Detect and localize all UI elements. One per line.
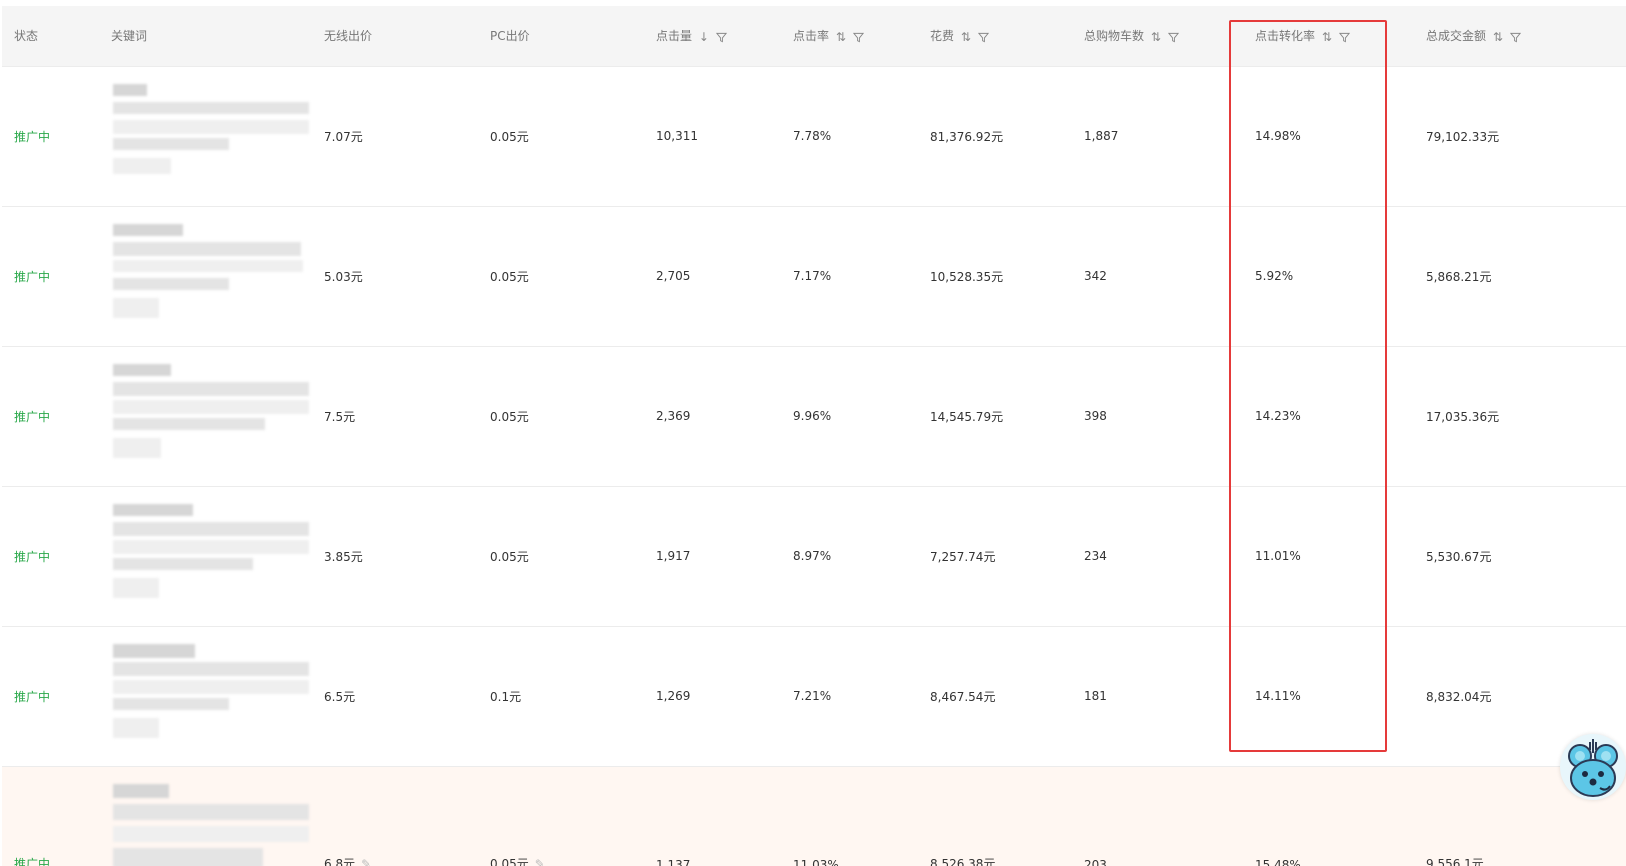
report-page: 状态 关键词 无线出价 PC出价 点击量 ↓ 点击率 ⇅ 花费 ⇅ 总购物车数 …: [0, 0, 1626, 866]
cart-cell: 203: [1084, 858, 1107, 866]
filter-icon[interactable]: [1509, 30, 1521, 44]
filter-icon[interactable]: [977, 30, 989, 44]
keyword-cell[interactable]: [99, 766, 312, 866]
blurred-keyword: [111, 640, 316, 752]
keyword-report-table: 状态 关键词 无线出价 PC出价 点击量 ↓ 点击率 ⇅ 花费 ⇅ 总购物车数 …: [2, 6, 1626, 866]
ctr-cell: 7.21%: [793, 689, 832, 703]
table-row[interactable]: 推广中 6.8元 ✎ 0.05元 ✎ 1,137 11.03% 8,526.38…: [2, 766, 1626, 866]
header-mobile-bid: 无线出价: [324, 29, 373, 44]
cart-cell: 1,887: [1084, 129, 1119, 143]
cost-cell: 8,526.38元: [930, 857, 996, 866]
ctr-cell: 7.78%: [793, 129, 832, 143]
blurred-keyword: [111, 80, 316, 192]
table-row[interactable]: 推广中 6.5元 0.1元 1,269 7.21% 8,467.54元 181: [2, 626, 1626, 766]
pencil-icon[interactable]: ✎: [361, 857, 371, 866]
sort-icon[interactable]: ⇅: [1151, 30, 1161, 44]
table-row[interactable]: 推广中 3.85元 0.05元 1,917 8.97% 7,257.74元 23…: [2, 486, 1626, 626]
status-cell: 推广中: [14, 409, 51, 424]
pc-bid-cell[interactable]: 0.05元 ✎: [478, 766, 644, 866]
status-cell: 推广中: [14, 549, 51, 564]
table-header-row: 状态 关键词 无线出价 PC出价 点击量 ↓ 点击率 ⇅ 花费 ⇅ 总购物车数 …: [2, 6, 1626, 66]
header-pc-bid: PC出价: [490, 29, 530, 44]
cart-cell: 234: [1084, 549, 1107, 563]
cart-cell: 181: [1084, 689, 1107, 703]
cvr-cell: 5.92%: [1255, 269, 1294, 283]
cart-cell: 398: [1084, 409, 1107, 423]
header-gmv[interactable]: 总成交金额 ⇅: [1414, 6, 1626, 66]
table-row[interactable]: 推广中 7.07元 0.05元 10,311 7.78% 81,376.92元 …: [2, 66, 1626, 206]
gmv-cell: 17,035.36元: [1426, 409, 1500, 424]
header-cost[interactable]: 花费 ⇅: [918, 6, 1072, 66]
mobile-bid-cell[interactable]: 5.03元: [312, 206, 478, 346]
ctr-cell: 8.97%: [793, 549, 832, 563]
cost-cell: 14,545.79元: [930, 409, 1004, 424]
mobile-bid-cell[interactable]: 7.07元: [312, 66, 478, 206]
pc-bid-cell[interactable]: 0.05元: [478, 486, 644, 626]
cvr-cell: 15.48%: [1255, 858, 1301, 866]
status-cell: 推广中: [14, 269, 51, 284]
pc-bid-cell[interactable]: 0.05元: [478, 66, 644, 206]
pc-bid-cell[interactable]: 0.05元: [478, 206, 644, 346]
pc-bid-cell[interactable]: 0.05元: [478, 346, 644, 486]
mobile-bid-cell[interactable]: 3.85元: [312, 486, 478, 626]
keyword-cell[interactable]: [99, 66, 312, 206]
blurred-keyword: [111, 776, 316, 866]
pencil-icon[interactable]: ✎: [535, 857, 545, 866]
sort-desc-icon[interactable]: ↓: [699, 30, 709, 44]
ctr-cell: 11.03%: [793, 858, 839, 866]
cost-cell: 81,376.92元: [930, 129, 1004, 144]
header-status: 状态: [14, 29, 39, 44]
cvr-cell: 14.11%: [1255, 689, 1301, 703]
header-clicks[interactable]: 点击量 ↓: [644, 6, 781, 66]
mouse-mascot-icon[interactable]: [1560, 734, 1626, 800]
status-cell: 推广中: [14, 129, 51, 144]
clicks-cell: 1,137: [656, 858, 691, 866]
cvr-cell: 14.23%: [1255, 409, 1301, 423]
gmv-cell: 5,530.67元: [1426, 549, 1492, 564]
clicks-cell: 1,917: [656, 549, 691, 563]
clicks-cell: 10,311: [656, 129, 698, 143]
sort-icon[interactable]: ⇅: [1322, 30, 1332, 44]
clicks-cell: 2,705: [656, 269, 691, 283]
filter-icon[interactable]: [715, 30, 727, 44]
filter-icon[interactable]: [1167, 30, 1179, 44]
cvr-cell: 14.98%: [1255, 129, 1301, 143]
sort-icon[interactable]: ⇅: [1493, 30, 1503, 44]
cart-cell: 342: [1084, 269, 1107, 283]
keyword-cell[interactable]: [99, 346, 312, 486]
mobile-bid-cell[interactable]: 7.5元: [312, 346, 478, 486]
keyword-cell[interactable]: [99, 626, 312, 766]
blurred-keyword: [111, 360, 316, 472]
cost-cell: 8,467.54元: [930, 689, 996, 704]
header-cart[interactable]: 总购物车数 ⇅: [1072, 6, 1243, 66]
blurred-keyword: [111, 500, 316, 612]
keyword-cell[interactable]: [99, 206, 312, 346]
table-row[interactable]: 推广中 5.03元 0.05元 2,705 7.17% 10,528.35元 3…: [2, 206, 1626, 346]
filter-icon[interactable]: [1338, 30, 1350, 44]
cost-cell: 10,528.35元: [930, 269, 1004, 284]
gmv-cell: 5,868.21元: [1426, 269, 1492, 284]
header-keyword: 关键词: [111, 29, 148, 44]
blurred-keyword: [111, 220, 316, 332]
status-cell: 推广中: [14, 857, 51, 866]
sort-icon[interactable]: ⇅: [836, 30, 846, 44]
pc-bid-cell[interactable]: 0.1元: [478, 626, 644, 766]
clicks-cell: 2,369: [656, 409, 691, 423]
clicks-cell: 1,269: [656, 689, 691, 703]
sort-icon[interactable]: ⇅: [961, 30, 971, 44]
mobile-bid-cell[interactable]: 6.5元: [312, 626, 478, 766]
cvr-cell: 11.01%: [1255, 549, 1301, 563]
mobile-bid-cell[interactable]: 6.8元 ✎: [312, 766, 478, 866]
header-cvr[interactable]: 点击转化率 ⇅: [1243, 6, 1414, 66]
gmv-cell: 79,102.33元: [1426, 129, 1500, 144]
keyword-cell[interactable]: [99, 486, 312, 626]
table-row[interactable]: 推广中 7.5元 0.05元 2,369 9.96% 14,545.79元 39…: [2, 346, 1626, 486]
filter-icon[interactable]: [852, 30, 864, 44]
ctr-cell: 7.17%: [793, 269, 832, 283]
header-ctr[interactable]: 点击率 ⇅: [781, 6, 918, 66]
cost-cell: 7,257.74元: [930, 549, 996, 564]
ctr-cell: 9.96%: [793, 409, 832, 423]
status-cell: 推广中: [14, 689, 51, 704]
